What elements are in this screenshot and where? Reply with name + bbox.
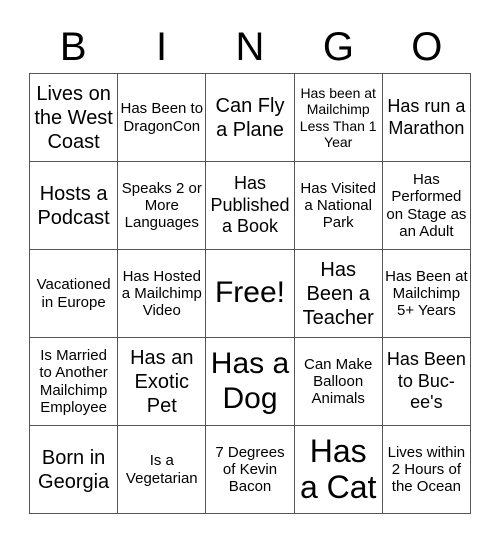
- bingo-cell[interactable]: Hosts a Podcast: [30, 162, 119, 250]
- bingo-header: B I N G O: [29, 22, 471, 72]
- bingo-cell[interactable]: Lives on the West Coast: [30, 74, 119, 162]
- bingo-cell[interactable]: Can Make Balloon Animals: [294, 338, 383, 426]
- bingo-cell[interactable]: Can Fly a Plane: [206, 74, 295, 162]
- bingo-cell[interactable]: Has Hosted a Mailchimp Video: [118, 250, 207, 338]
- bingo-cell[interactable]: Has Visited a National Park: [294, 162, 383, 250]
- bingo-card-grid: Lives on the West Coast Has Been to Drag…: [29, 73, 471, 514]
- free-space-cell[interactable]: Free!: [206, 250, 295, 338]
- bingo-cell[interactable]: Has Been to Buc-ee's: [382, 338, 471, 426]
- header-letter-b: B: [59, 25, 87, 69]
- bingo-cell[interactable]: Has Performed on Stage as an Adult: [382, 162, 471, 250]
- bingo-cell[interactable]: Has Been at Mailchimp 5+ Years: [382, 250, 471, 338]
- bingo-cell[interactable]: Has been at Mailchimp Less Than 1 Year: [294, 74, 383, 162]
- bingo-cell[interactable]: Has Been a Teacher: [294, 250, 383, 338]
- bingo-cell[interactable]: 7 Degrees of Kevin Bacon: [206, 426, 295, 514]
- bingo-cell[interactable]: Has Published a Book: [206, 162, 295, 250]
- bingo-cell[interactable]: Vacationed in Europe: [30, 250, 119, 338]
- bingo-cell[interactable]: Has run a Marathon: [382, 74, 471, 162]
- header-letter-i: I: [156, 25, 168, 69]
- header-letter-g: G: [322, 25, 354, 69]
- header-letter-o: O: [411, 25, 443, 69]
- bingo-cell[interactable]: Has Been to DragonCon: [118, 74, 207, 162]
- bingo-cell[interactable]: Born in Georgia: [30, 426, 119, 514]
- bingo-cell[interactable]: Has a Cat: [294, 426, 383, 514]
- header-letter-n: N: [235, 25, 265, 69]
- bingo-cell[interactable]: Is Married to Another Mailchimp Employee: [30, 338, 119, 426]
- bingo-cell[interactable]: Lives within 2 Hours of the Ocean: [382, 426, 471, 514]
- bingo-cell[interactable]: Has a Dog: [206, 338, 295, 426]
- bingo-cell[interactable]: Speaks 2 or More Languages: [118, 162, 207, 250]
- bingo-cell[interactable]: Is a Vegetarian: [118, 426, 207, 514]
- bingo-cell[interactable]: Has an Exotic Pet: [118, 338, 207, 426]
